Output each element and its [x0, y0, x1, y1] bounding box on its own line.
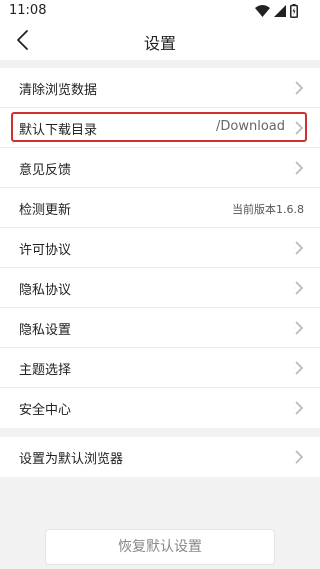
settings-item-label: 设置为默认浏览器: [19, 452, 124, 467]
chevron-right-icon: [295, 281, 304, 295]
settings-item-label: 许可协议: [19, 243, 72, 258]
app-header: 设置: [0, 22, 320, 60]
chevron-right-icon: [295, 321, 304, 335]
settings-item-security-center[interactable]: 安全中心: [0, 388, 320, 428]
reset-defaults-button[interactable]: 恢复默认设置: [45, 529, 275, 565]
status-icons: [255, 3, 298, 19]
settings-list-secondary: 设置为默认浏览器: [0, 437, 320, 477]
download-dir-value: /Download: [216, 119, 285, 134]
settings-item-check-update[interactable]: 检测更新 当前版本1.6.8: [0, 188, 320, 228]
wifi-icon: [255, 5, 270, 17]
settings-list: 清除浏览数据 默认下载目录 /Download 意见反馈 检测更新 当前版本1.…: [0, 68, 320, 428]
settings-item-label: 检测更新: [19, 203, 72, 218]
settings-item-label: 安全中心: [19, 403, 72, 418]
settings-item-default-download-dir[interactable]: 默认下载目录 /Download: [0, 108, 320, 148]
settings-item-label: 默认下载目录: [19, 123, 98, 138]
battery-icon: [290, 4, 298, 18]
settings-item-privacy-settings[interactable]: 隐私设置: [0, 308, 320, 348]
settings-item-label: 主题选择: [19, 363, 72, 378]
settings-item-clear-browsing-data[interactable]: 清除浏览数据: [0, 68, 320, 108]
settings-item-label: 隐私协议: [19, 283, 72, 298]
status-bar: 11:08: [0, 0, 320, 22]
chevron-right-icon: [295, 161, 304, 175]
settings-item-label: 清除浏览数据: [19, 83, 98, 98]
settings-item-license[interactable]: 许可协议: [0, 228, 320, 268]
settings-item-label: 意见反馈: [19, 163, 72, 178]
chevron-right-icon: [295, 401, 304, 415]
chevron-right-icon: [295, 121, 304, 135]
settings-item-set-default-browser[interactable]: 设置为默认浏览器: [0, 437, 320, 477]
settings-item-label: 隐私设置: [19, 323, 72, 338]
version-value: 当前版本1.6.8: [232, 203, 304, 216]
settings-item-privacy-agreement[interactable]: 隐私协议: [0, 268, 320, 308]
settings-item-feedback[interactable]: 意见反馈: [0, 148, 320, 188]
status-time: 11:08: [9, 3, 47, 18]
page-title: 设置: [143, 34, 176, 53]
signal-icon: [274, 5, 286, 17]
chevron-right-icon: [295, 241, 304, 255]
chevron-right-icon: [295, 361, 304, 375]
chevron-right-icon: [295, 450, 304, 464]
chevron-right-icon: [295, 81, 304, 95]
settings-item-theme[interactable]: 主题选择: [0, 348, 320, 388]
